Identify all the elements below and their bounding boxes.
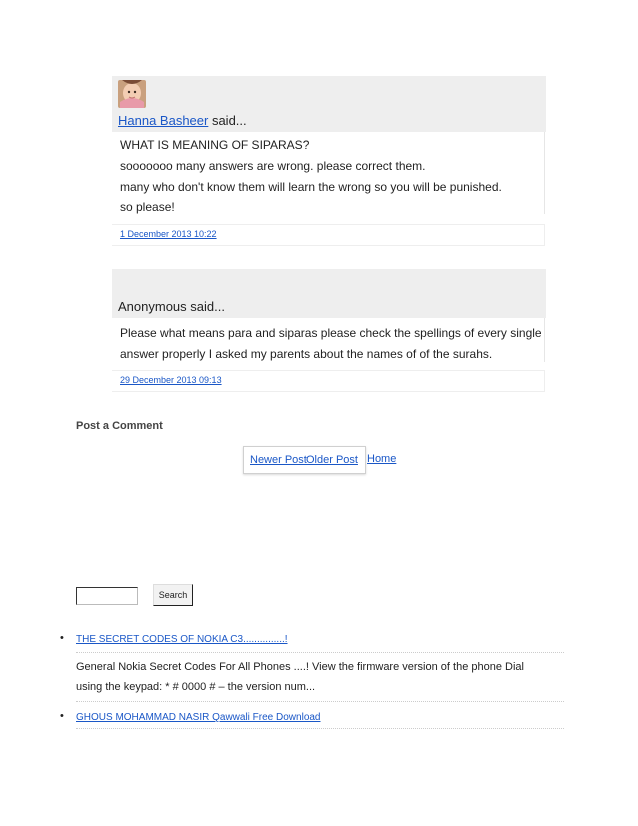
comment-line: sooooooo many answers are wrong. please …: [120, 159, 426, 173]
search-button[interactable]: Search: [153, 584, 193, 606]
comment-author: Anonymous said...: [118, 299, 225, 314]
comment-author: Hanna Basheer said...: [118, 113, 247, 128]
list-bullet: •: [60, 710, 64, 722]
divider: [76, 652, 564, 653]
post-snippet: General Nokia Secret Codes For All Phone…: [76, 661, 524, 693]
popular-post-link[interactable]: THE SECRET CODES OF NOKIA C3............…: [76, 634, 288, 645]
comment-timestamp-link[interactable]: 29 December 2013 09:13: [120, 375, 222, 385]
comment-footer: 1 December 2013 10:22: [112, 224, 545, 246]
list-bullet: •: [60, 632, 64, 644]
comment-body: Please what means para and siparas pleas…: [112, 318, 545, 362]
comment-line: answer properly I asked my parents about…: [120, 347, 493, 361]
comment-footer: 29 December 2013 09:13: [112, 370, 545, 392]
post-comment-heading: Post a Comment: [76, 420, 163, 432]
older-post-link[interactable]: Older Post: [306, 454, 358, 466]
said-label: said...: [208, 113, 247, 128]
author-link[interactable]: Hanna Basheer: [118, 113, 208, 128]
comment-line: WHAT IS MEANING OF SIPARAS?: [120, 138, 310, 152]
home-link[interactable]: Home: [367, 453, 396, 465]
search-input[interactable]: [76, 587, 138, 605]
comment-body: WHAT IS MEANING OF SIPARAS? sooooooo man…: [112, 132, 545, 214]
divider: [76, 701, 564, 702]
comment-line: Please what means para and siparas pleas…: [120, 326, 542, 340]
avatar[interactable]: [118, 80, 146, 108]
blog-pager: Newer Post Older Post: [243, 446, 366, 474]
comment-timestamp-link[interactable]: 1 December 2013 10:22: [120, 229, 217, 239]
popular-post-link[interactable]: GHOUS MOHAMMAD NASIR Qawwali Free Downlo…: [76, 712, 321, 723]
comment-line: many who don't know them will learn the …: [120, 180, 502, 194]
baby-photo-icon: [118, 80, 146, 108]
newer-post-link[interactable]: Newer Post: [250, 454, 307, 466]
comment-line: so please!: [120, 200, 175, 214]
divider: [76, 728, 564, 729]
